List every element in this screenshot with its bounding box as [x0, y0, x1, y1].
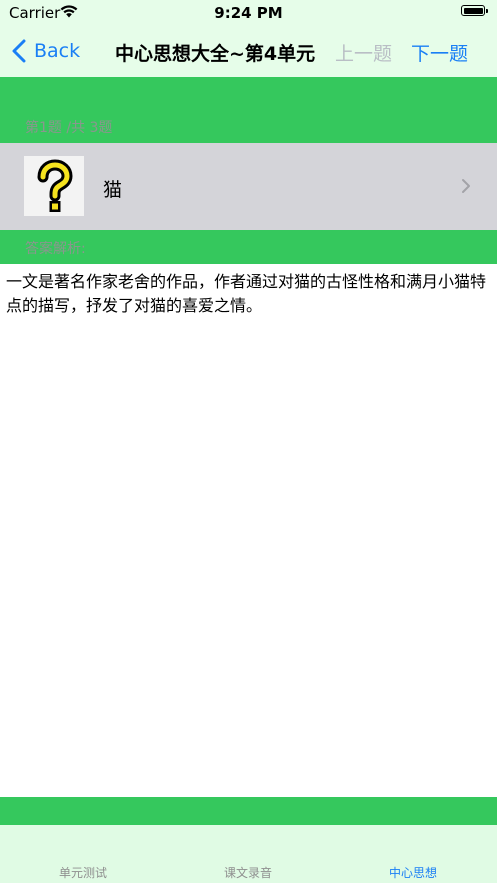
answer-heading: 答案解析: — [25, 241, 86, 257]
status-time: 9:24 PM — [214, 4, 283, 22]
chevron-left-icon — [12, 39, 26, 63]
question-index: 第1题 /共 3题 — [25, 120, 113, 136]
question-mark-icon — [24, 156, 84, 216]
bottom-band — [0, 797, 497, 825]
question-label: 猫 — [103, 179, 123, 201]
chevron-right-icon — [462, 179, 470, 193]
previous-question-button[interactable]: 上一题 — [335, 39, 392, 66]
battery-icon — [461, 5, 485, 16]
question-cell[interactable]: 猫 — [0, 143, 497, 230]
answer-text: 一文是著名作家老舍的作品，作者通过对猫的古怪性格和满月小猫特点的描写，抒发了对猫… — [6, 272, 487, 315]
tab-bar: 单元测试 课文录音 中心思想 — [0, 825, 497, 883]
navigation-bar: Back 中心思想大全~第4单元 上一题 下一题 — [0, 26, 497, 77]
status-bar: Carrier 9:24 PM — [0, 0, 497, 26]
back-button[interactable]: Back — [12, 38, 80, 64]
page-title: 中心思想大全~第4单元 — [115, 43, 316, 65]
tab-central-idea[interactable]: 中心思想 — [358, 864, 468, 881]
tab-unit-test[interactable]: 单元测试 — [28, 864, 138, 881]
back-label: Back — [34, 40, 81, 62]
next-question-button[interactable]: 下一题 — [411, 39, 468, 66]
tab-text-audio[interactable]: 课文录音 — [193, 864, 303, 881]
battery-tip — [486, 9, 488, 13]
